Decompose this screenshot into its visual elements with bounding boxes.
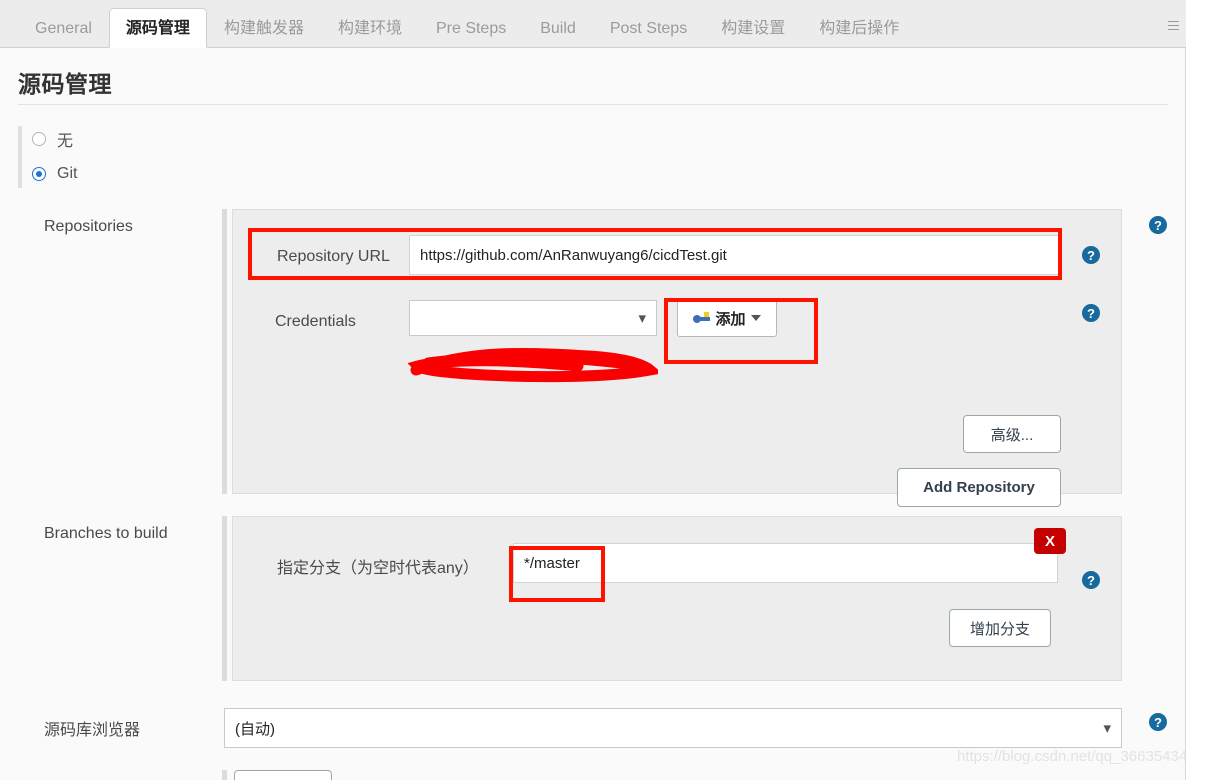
chevron-down-icon (750, 315, 761, 321)
repository-url-input[interactable]: https://github.com/AnRanwuyang6/cicdTest… (409, 235, 1059, 275)
branches-panel-indicator (222, 516, 227, 681)
repository-url-label: Repository URL (277, 248, 390, 265)
help-icon-branches[interactable]: ? (1082, 571, 1100, 589)
add-credentials-label: 添加 (715, 310, 746, 328)
add-branch-button[interactable]: 增加分支 (949, 609, 1051, 647)
radio-label-git: Git (57, 165, 78, 182)
add-credentials-button[interactable]: 添加 (677, 299, 777, 337)
tab-build-settings[interactable]: 构建设置 (704, 8, 802, 48)
branch-specifier-label: 指定分支（为空时代表any） (277, 560, 479, 577)
tab-build-environment[interactable]: 构建环境 (321, 8, 419, 48)
tab-post-steps[interactable]: Post Steps (593, 8, 704, 48)
scm-group-indicator (18, 126, 22, 188)
menu-icon[interactable] (1168, 21, 1179, 33)
radio-option-none[interactable]: 无 (32, 127, 73, 151)
bottom-partial-button[interactable] (234, 770, 332, 780)
section-label-branches: Branches to build (44, 525, 168, 542)
key-icon (693, 312, 711, 324)
radio-icon-git (32, 167, 46, 181)
radio-icon-none (32, 132, 46, 146)
help-icon-repositories[interactable]: ? (1149, 216, 1167, 234)
tab-build-triggers[interactable]: 构建触发器 (207, 8, 321, 48)
chevron-down-icon: ▾ (638, 309, 646, 327)
jenkins-job-config-page: General 源码管理 构建触发器 构建环境 Pre Steps Build … (0, 0, 1212, 780)
section-label-repositories: Repositories (44, 218, 133, 235)
tab-pre-steps[interactable]: Pre Steps (419, 8, 523, 48)
credentials-select[interactable]: ▾ (409, 300, 657, 336)
branch-specifier-input[interactable]: */master (513, 543, 1058, 583)
credentials-label: Credentials (275, 313, 356, 330)
radio-label-none: 无 (57, 133, 74, 150)
config-tab-bar: General 源码管理 构建触发器 构建环境 Pre Steps Build … (0, 0, 1186, 48)
tab-bar-right-spacer (1186, 0, 1212, 48)
tab-source-code-management[interactable]: 源码管理 (108, 8, 207, 48)
tab-post-build-actions[interactable]: 构建后操作 (802, 8, 916, 48)
repository-browser-select[interactable]: (自动) ▾ (224, 708, 1122, 748)
tab-build[interactable]: Build (523, 8, 593, 48)
config-content-area: 源码管理 无 Git Repositories Repository URL h… (0, 48, 1188, 780)
radio-option-git[interactable]: Git (32, 165, 77, 183)
section-label-repository-browser: 源码库浏览器 (44, 722, 141, 739)
help-icon-credentials[interactable]: ? (1082, 304, 1100, 322)
bottom-panel-indicator (222, 770, 227, 780)
tab-general[interactable]: General (18, 8, 109, 48)
title-divider (18, 104, 1168, 105)
help-icon-repository-browser[interactable]: ? (1149, 713, 1167, 731)
repository-browser-value: (自动) (235, 720, 275, 738)
add-repository-button[interactable]: Add Repository (897, 468, 1061, 507)
repositories-panel-indicator (222, 209, 227, 494)
repositories-panel: Repository URL https://github.com/AnRanw… (232, 209, 1122, 507)
help-icon-repository-url[interactable]: ? (1082, 246, 1100, 264)
delete-branch-badge[interactable]: X (1034, 528, 1066, 554)
chevron-down-icon: ▾ (1103, 719, 1111, 737)
watermark: https://blog.csdn.net/qq_36635434 (957, 748, 1188, 765)
page-title: 源码管理 (18, 71, 112, 97)
advanced-button[interactable]: 高级... (963, 415, 1061, 453)
branches-panel: 指定分支（为空时代表any） */master 增加分支 (232, 516, 1122, 681)
